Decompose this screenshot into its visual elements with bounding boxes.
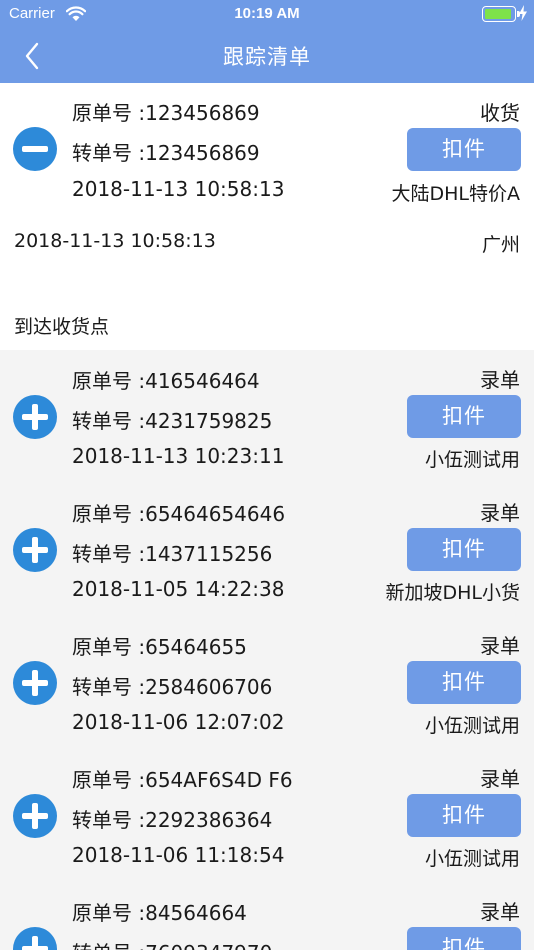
- list-item[interactable]: 原单号 :65464654646 转单号 :1437115256 2018-11…: [0, 483, 534, 616]
- item-datetime: 2018-11-13 10:23:11: [72, 444, 285, 468]
- bolt-icon: [519, 5, 527, 21]
- status-badge: 收货: [480, 101, 520, 125]
- service-name: 小伍测试用: [424, 449, 520, 471]
- plus-circle-icon[interactable]: [13, 927, 57, 950]
- original-number: 原单号 :65464654646: [72, 502, 286, 526]
- service-name: 新加坡DHL小货: [385, 582, 520, 604]
- original-number: 原单号 :416546464: [72, 369, 260, 393]
- list-item-expanded[interactable]: 原单号 :123456869 转单号 :123456869 2018-11-13…: [0, 83, 534, 216]
- service-name: 小伍测试用: [424, 848, 520, 870]
- battery-level: [485, 9, 511, 19]
- status-time: 10:19 AM: [234, 5, 300, 22]
- status-bar: Carrier 10:19 AM: [0, 0, 534, 28]
- list-item[interactable]: 原单号 :65464655 转单号 :2584606706 2018-11-06…: [0, 616, 534, 749]
- battery-icon: [482, 6, 520, 22]
- hold-button[interactable]: 扣件: [407, 661, 521, 704]
- transfer-number: 转单号 :4231759825: [72, 409, 273, 433]
- item-datetime: 2018-11-05 14:22:38: [72, 577, 285, 601]
- item-datetime: 2018-11-13 10:58:13: [72, 177, 285, 201]
- transfer-number: 转单号 :2292386364: [72, 808, 273, 832]
- tracking-datetime: 2018-11-13 10:58:13: [14, 230, 216, 252]
- list-item[interactable]: 原单号 :416546464 转单号 :4231759825 2018-11-1…: [0, 350, 534, 483]
- hold-button[interactable]: 扣件: [407, 927, 521, 950]
- status-badge: 录单: [480, 501, 520, 525]
- hold-button[interactable]: 扣件: [407, 528, 521, 571]
- plus-circle-icon[interactable]: [13, 395, 57, 439]
- original-number: 原单号 :654AF6S4D F6: [72, 768, 293, 792]
- plus-circle-icon[interactable]: [13, 794, 57, 838]
- transfer-number: 转单号 :1437115256: [72, 542, 273, 566]
- hold-button[interactable]: 扣件: [407, 794, 521, 837]
- original-number: 原单号 :84564664: [72, 901, 247, 925]
- page-title: 跟踪清单: [223, 45, 311, 69]
- tracking-detail: 2018-11-13 10:58:13 广州 到达收货点: [0, 216, 534, 350]
- original-number: 原单号 :123456869: [72, 101, 260, 125]
- list-item[interactable]: 原单号 :654AF6S4D F6 转单号 :2292386364 2018-1…: [0, 749, 534, 882]
- plus-circle-icon[interactable]: [13, 528, 57, 572]
- status-badge: 录单: [480, 900, 520, 924]
- nav-bar: 跟踪清单: [0, 28, 534, 83]
- tracking-description: 到达收货点: [14, 316, 110, 338]
- service-name: 小伍测试用: [424, 715, 520, 737]
- item-datetime: 2018-11-06 11:18:54: [72, 843, 285, 867]
- item-datetime: 2018-11-06 12:07:02: [72, 710, 285, 734]
- plus-circle-icon[interactable]: [13, 661, 57, 705]
- original-number: 原单号 :65464655: [72, 635, 247, 659]
- tracking-location: 广州: [481, 234, 520, 256]
- status-badge: 录单: [480, 634, 520, 658]
- service-name: 大陆DHL特价A: [391, 183, 520, 205]
- transfer-number: 转单号 :7609347970: [72, 937, 272, 950]
- hold-button[interactable]: 扣件: [407, 128, 521, 171]
- minus-circle-icon[interactable]: [13, 127, 57, 171]
- list-item[interactable]: 原单号 :84564664 转单号 :7609347970 录单 扣件: [0, 882, 534, 950]
- hold-button[interactable]: 扣件: [407, 395, 521, 438]
- transfer-number: 转单号 :2584606706: [72, 675, 273, 699]
- status-badge: 录单: [480, 368, 520, 392]
- transfer-number: 转单号 :123456869: [72, 141, 260, 165]
- status-badge: 录单: [480, 767, 520, 791]
